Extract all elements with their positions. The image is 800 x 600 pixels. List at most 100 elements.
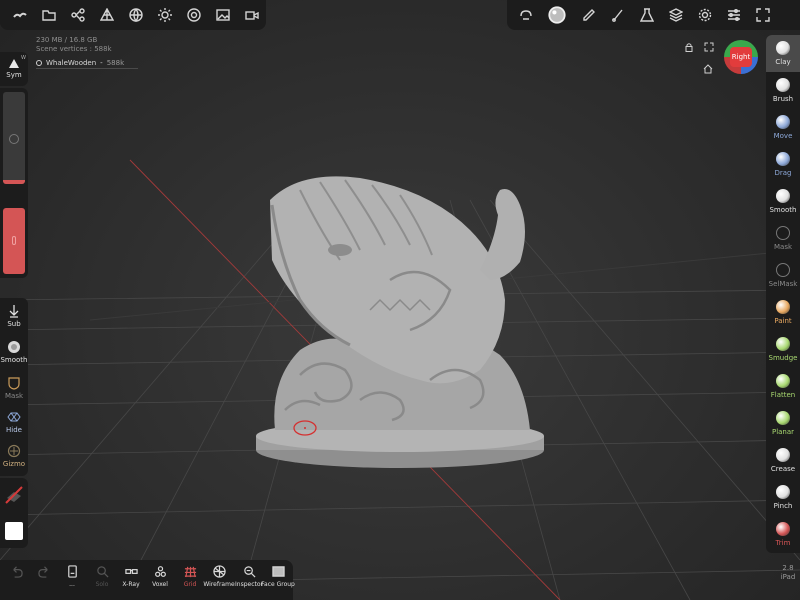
phone-icon [65,564,79,578]
radius-slider[interactable] [3,92,25,184]
paint-icon [776,300,790,314]
top-left-toolbar [0,0,266,30]
home-icon[interactable] [703,64,713,74]
search-icon [95,564,109,578]
topology-icon[interactable] [93,0,122,30]
tool-trim[interactable]: Trim [766,516,800,553]
redo-button[interactable] [30,564,58,581]
voxel-icon [153,564,167,578]
tool-crease[interactable]: Crease [766,442,800,479]
tool-move[interactable]: Move [766,109,800,146]
symmetry-icon [9,59,19,68]
tool-pinch[interactable]: Pinch [766,479,800,516]
intensity-slider[interactable] [3,208,25,274]
tool-smooth[interactable]: Smooth [766,183,800,220]
folder-icon[interactable] [35,0,64,30]
bottom-toolbar: ... Solo X-Ray Voxel Grid Wireframe Insp… [0,560,295,600]
trim-icon [776,522,790,536]
symmetry-button[interactable]: W Sym [0,52,28,86]
memory-usage: 230 MB / 16.8 GB [36,36,98,44]
clay-icon [776,41,790,55]
camera-lens-icon[interactable] [179,0,208,30]
flask-icon[interactable] [632,0,661,30]
color-swatch[interactable] [5,522,23,540]
mesh-vertices: 588k [106,59,125,67]
xray-button[interactable]: X-Ray [117,564,145,588]
expand-icon[interactable] [748,0,777,30]
voxel-button[interactable]: Voxel [146,564,174,588]
undo-button[interactable] [2,564,30,581]
flatten-icon [776,374,790,388]
viewport[interactable] [0,0,800,600]
mask-brush-icon [776,226,790,240]
undo-icon [9,564,23,578]
tool-brush[interactable]: Brush [766,72,800,109]
gear-icon[interactable] [690,0,719,30]
scene-vertices: Scene vertices : 588k [36,45,112,53]
inspector-icon [242,564,256,578]
tool-flatten[interactable]: Flatten [766,368,800,405]
wireframe-icon [212,564,226,578]
globe-icon[interactable] [122,0,151,30]
material-icon[interactable] [540,0,574,30]
gizmo-toggle[interactable]: Gizmo [0,444,28,468]
scene-canvas [0,159,800,600]
fullscreen-icon[interactable] [704,42,714,52]
subdivide-button[interactable]: Sub [0,304,28,328]
brush-icon [776,78,790,92]
mesh-list-item[interactable]: WhaleWooden - 588k [36,58,139,69]
intensity-icon [12,236,16,245]
smooth-toggle[interactable]: Smooth [0,340,28,364]
tool-smudge[interactable]: Smudge [766,331,800,368]
view-cube-face[interactable]: Right [730,47,752,67]
tool-drag[interactable]: Drag [766,146,800,183]
visibility-icon[interactable] [36,60,42,66]
right-tool-panel: Clay Brush Move Drag Smooth Mask SelMask… [766,35,800,553]
transform-icon[interactable] [511,0,540,30]
solo-button[interactable]: Solo [88,564,116,588]
tool-selmask[interactable]: SelMask [766,257,800,294]
hide-icon [7,410,21,424]
tool-planar[interactable]: Planar [766,405,800,442]
hide-toggle[interactable]: Hide [0,410,28,434]
top-right-toolbar [507,0,800,30]
color-panel [0,478,28,548]
drag-icon [776,152,790,166]
scene-icon[interactable] [64,0,93,30]
stroke-icon[interactable] [603,0,632,30]
tool-paint[interactable]: Paint [766,294,800,331]
radius-fill [3,180,25,184]
radius-icon [9,134,19,144]
smudge-icon [776,337,790,351]
symmetry-label: Sym [6,71,22,79]
grid-button[interactable]: Grid [176,564,204,588]
whale-sculpture [256,176,544,468]
layers-icon[interactable] [661,0,690,30]
sliders-icon[interactable] [719,0,748,30]
tool-mask[interactable]: Mask [766,220,800,257]
smooth-icon [7,340,21,354]
redo-icon [37,564,51,578]
left-tool-panel: Sub Smooth Mask Hide Gizmo [0,298,28,476]
mask-toggle[interactable]: Mask [0,376,28,400]
logo-icon[interactable] [6,0,35,30]
inspector-button[interactable]: Inspector [235,564,263,588]
smooth-brush-icon [776,189,790,203]
image-icon[interactable] [208,0,237,30]
pinch-icon [776,485,790,499]
more-button[interactable]: ... [58,564,86,588]
face-group-button[interactable]: Face Group [261,564,295,588]
tool-clay[interactable]: Clay [766,35,800,72]
video-icon[interactable] [237,0,266,30]
version-label: 2.8 iPad [780,564,796,581]
lock-icon[interactable] [684,42,694,52]
glasses-icon [124,564,138,578]
wireframe-button[interactable]: Wireframe [203,564,235,588]
planar-icon [776,411,790,425]
gizmo-icon [7,444,21,458]
move-icon [776,115,790,129]
no-material-icon[interactable] [3,484,25,506]
view-cube[interactable]: Right [724,40,758,74]
sun-icon[interactable] [150,0,179,30]
pen-icon[interactable] [574,0,603,30]
